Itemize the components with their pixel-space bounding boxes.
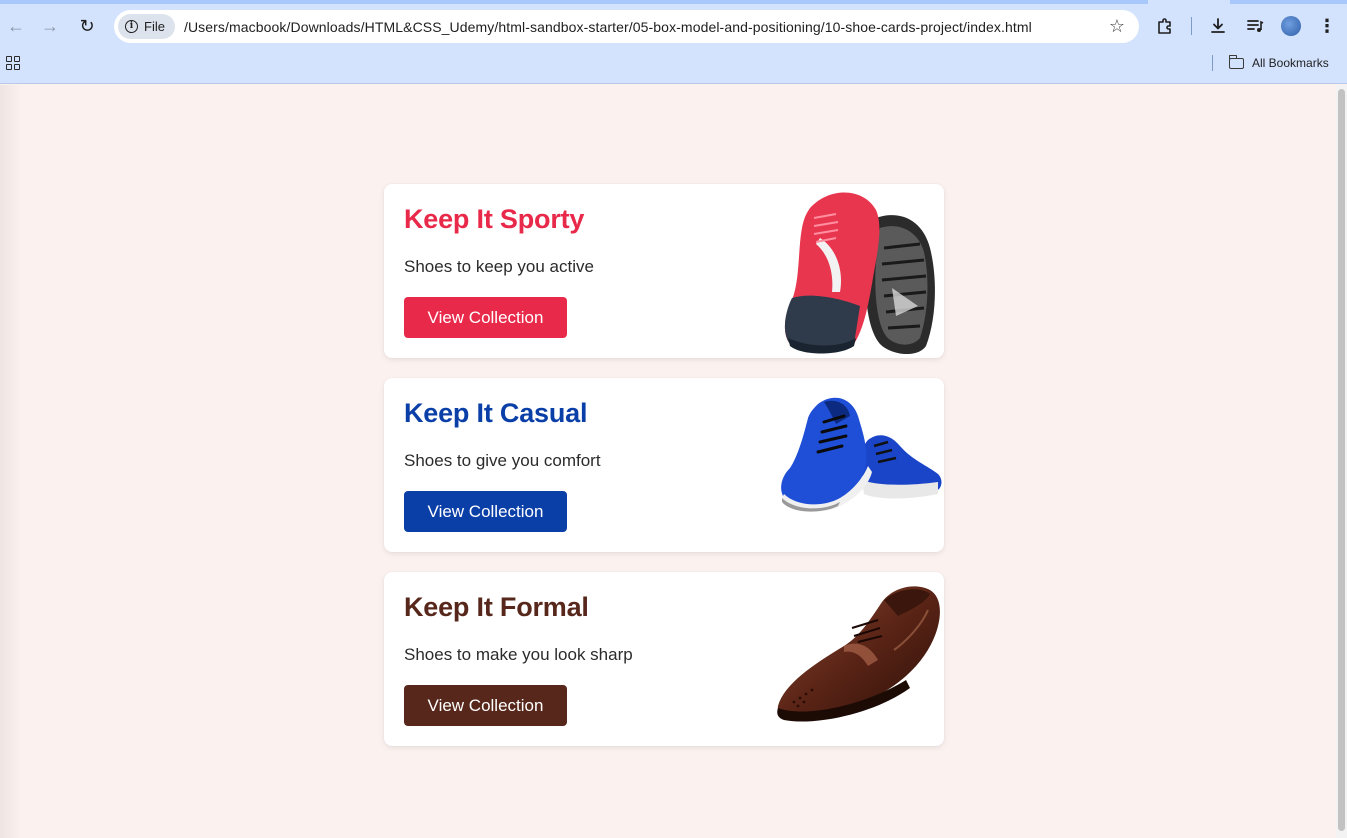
- extensions-icon[interactable]: [1153, 14, 1177, 38]
- address-bar[interactable]: i File /Users/macbook/Downloads/HTML&CSS…: [114, 10, 1139, 43]
- card-subtitle: Shoes to make you look sharp: [404, 645, 633, 664]
- all-bookmarks-label: All Bookmarks: [1252, 56, 1329, 70]
- shoe-card-formal: Keep It Formal Shoes to make you look sh…: [384, 572, 944, 746]
- card-title: Keep It Casual: [404, 398, 588, 428]
- brown-oxford-shoe-image: [777, 586, 940, 722]
- site-info-chip[interactable]: i File: [118, 14, 175, 39]
- url-text[interactable]: /Users/macbook/Downloads/HTML&CSS_Udemy/…: [184, 19, 1032, 35]
- view-collection-button[interactable]: View Collection: [404, 491, 567, 532]
- card-subtitle: Shoes to give you comfort: [404, 451, 601, 470]
- scrollbar[interactable]: [1336, 85, 1347, 838]
- red-sneakers-image: [784, 192, 935, 354]
- info-icon: i: [125, 20, 138, 33]
- toolbar-divider: [1191, 17, 1192, 35]
- card-title: Keep It Formal: [404, 592, 589, 622]
- media-icon[interactable]: [1243, 14, 1267, 38]
- card-title: Keep It Sporty: [404, 204, 585, 234]
- menu-icon[interactable]: ⋮: [1315, 14, 1339, 38]
- bookmarks-divider: [1212, 55, 1213, 71]
- shoe-card-sporty: Keep It Sporty Shoes to keep you active …: [384, 184, 944, 358]
- site-info-label: File: [144, 19, 165, 34]
- shoe-card-casual: Keep It Casual Shoes to give you comfort…: [384, 378, 944, 552]
- forward-icon[interactable]: →: [38, 14, 62, 38]
- download-icon[interactable]: [1206, 14, 1230, 38]
- tab-strip: [0, 0, 1347, 4]
- view-collection-button[interactable]: View Collection: [404, 685, 567, 726]
- view-collection-button[interactable]: View Collection: [404, 297, 567, 338]
- card-subtitle: Shoes to keep you active: [404, 257, 594, 276]
- blue-sneakers-image: [781, 397, 942, 512]
- back-icon[interactable]: ←: [4, 14, 28, 38]
- browser-toolbar: ← → ↻ i File /Users/macbook/Downloads/HT…: [0, 0, 1347, 84]
- folder-icon: [1228, 54, 1244, 69]
- apps-icon[interactable]: [6, 56, 20, 70]
- all-bookmarks-button[interactable]: All Bookmarks: [1228, 54, 1329, 72]
- star-icon[interactable]: ☆: [1109, 16, 1125, 37]
- reload-icon[interactable]: ↻: [75, 14, 99, 38]
- scroll-thumb[interactable]: [1338, 89, 1345, 831]
- avatar[interactable]: [1281, 16, 1301, 36]
